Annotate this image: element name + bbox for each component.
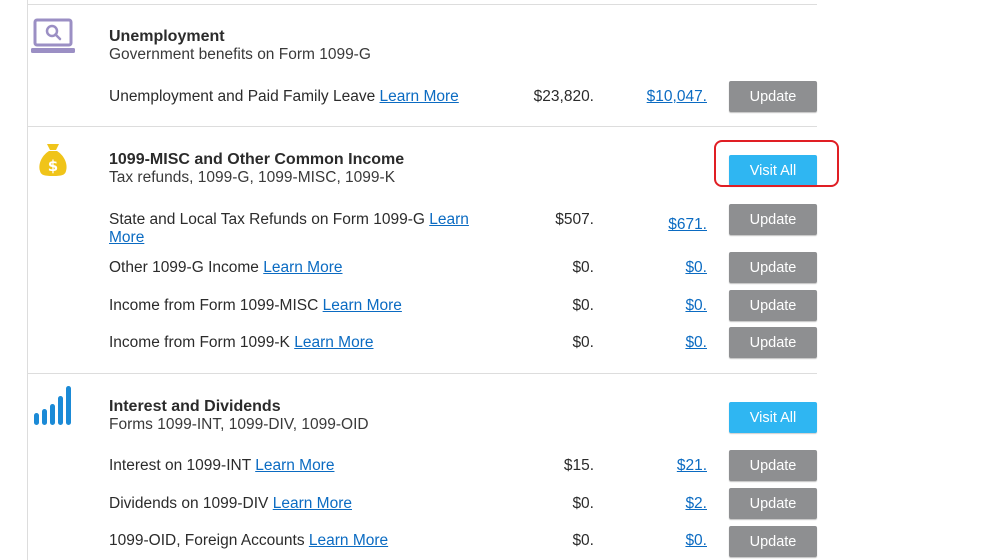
section-subtitle-unemployment: Government benefits on Form 1099-G — [109, 46, 371, 63]
highlight-annotation — [714, 140, 839, 187]
row-label-other-1099g: Other 1099-G Income Learn More — [109, 259, 481, 277]
section-subtitle-interest: Forms 1099-INT, 1099-DIV, 1099-OID — [109, 416, 369, 433]
amount-current: $0. — [572, 297, 594, 314]
section-divider — [27, 373, 817, 374]
amount-current: $15. — [563, 457, 594, 474]
money-bag-icon: $ — [38, 141, 68, 182]
row-text: Unemployment and Paid Family Leave — [109, 88, 376, 105]
amount-current: $0. — [572, 259, 594, 276]
learn-more-part-2: More — [109, 229, 145, 246]
amount-prior-link[interactable]: $21. — [617, 457, 707, 475]
top-divider — [27, 4, 817, 5]
amount-prior-link[interactable]: $10,047. — [617, 88, 707, 106]
amount-current: $507. — [555, 211, 594, 228]
learn-more-link[interactable]: Learn More — [323, 297, 402, 314]
amount-prior-link[interactable]: $0. — [617, 334, 707, 352]
update-button[interactable]: Update — [729, 450, 817, 481]
row-label-unemployment: Unemployment and Paid Family Leave Learn… — [109, 88, 481, 106]
bar-chart-icon — [33, 385, 73, 432]
row-text: Income from Form 1099-MISC — [109, 297, 319, 314]
section-title-unemployment: Unemployment — [109, 28, 225, 45]
update-button[interactable]: Update — [729, 488, 817, 519]
amount-prior-link[interactable]: $0. — [617, 532, 707, 550]
amount-current: $0. — [572, 334, 594, 351]
row-text: Dividends on 1099-DIV — [109, 495, 269, 512]
row-text: 1099-OID, Foreign Accounts — [109, 532, 305, 549]
section-divider — [27, 126, 817, 127]
learn-more-link[interactable]: Learn More — [294, 334, 373, 351]
row-label-1099misc: Income from Form 1099-MISC Learn More — [109, 297, 481, 315]
amount-current: $0. — [572, 532, 594, 549]
row-text: Interest on 1099-INT — [109, 457, 251, 474]
amount-prior-link[interactable]: $0. — [617, 259, 707, 277]
section-title-misc: 1099-MISC and Other Common Income — [109, 151, 405, 168]
amount-prior-link[interactable]: $0. — [617, 297, 707, 315]
row-text: State and Local Tax Refunds on Form 1099… — [109, 211, 425, 228]
update-button[interactable]: Update — [729, 327, 817, 358]
learn-more-link[interactable]: Learn More — [273, 495, 352, 512]
row-label-state-refunds: State and Local Tax Refunds on Form 1099… — [109, 211, 481, 247]
row-label-1099k: Income from Form 1099-K Learn More — [109, 334, 481, 352]
learn-more-link[interactable]: Learn More — [380, 88, 459, 105]
amount-prior-link[interactable]: $671. — [617, 216, 707, 234]
row-label-1099oid: 1099-OID, Foreign Accounts Learn More — [109, 532, 481, 550]
row-label-1099div: Dividends on 1099-DIV Learn More — [109, 495, 481, 513]
update-button[interactable]: Update — [729, 290, 817, 321]
learn-more-part-1: Learn — [429, 211, 469, 228]
row-text: Other 1099-G Income — [109, 259, 259, 276]
update-button[interactable]: Update — [729, 526, 817, 557]
section-title-interest: Interest and Dividends — [109, 398, 281, 415]
visit-all-button[interactable]: Visit All — [729, 402, 817, 433]
row-text: Income from Form 1099-K — [109, 334, 290, 351]
learn-more-link[interactable]: Learn More — [309, 532, 388, 549]
laptop-search-icon — [31, 18, 75, 61]
update-button[interactable]: Update — [729, 252, 817, 283]
section-subtitle-misc: Tax refunds, 1099-G, 1099-MISC, 1099-K — [109, 169, 396, 186]
row-label-1099int: Interest on 1099-INT Learn More — [109, 457, 481, 475]
amount-prior-link[interactable]: $2. — [617, 495, 707, 513]
amount-current: $0. — [572, 495, 594, 512]
learn-more-link[interactable]: Learn More — [263, 259, 342, 276]
amount-current: $23,820. — [533, 88, 594, 105]
left-border — [27, 0, 28, 560]
update-button[interactable]: Update — [729, 81, 817, 112]
learn-more-link[interactable]: Learn More — [255, 457, 334, 474]
update-button[interactable]: Update — [729, 204, 817, 235]
svg-text:$: $ — [48, 157, 58, 175]
